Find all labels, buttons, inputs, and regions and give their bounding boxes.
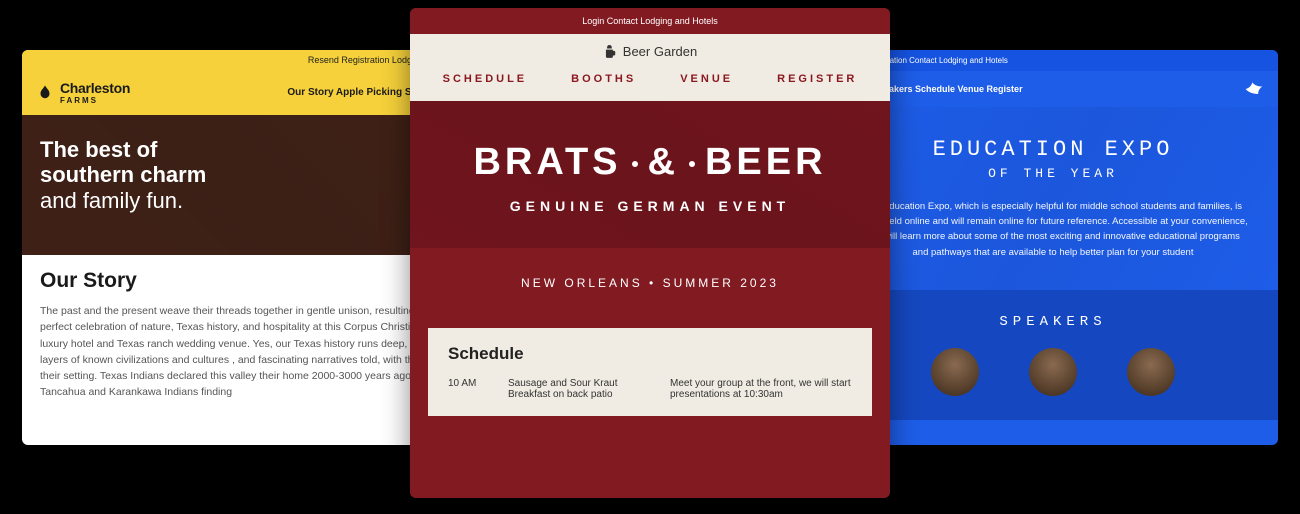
beer-mug-icon — [603, 45, 617, 59]
hero: BRATS&BEER GENUINE GERMAN EVENT — [410, 101, 890, 248]
nav-schedule[interactable]: SCHEDULE — [443, 73, 528, 85]
topbar: Resend Registration Lodging and Hot — [22, 50, 472, 70]
schedule-time: 10 AM — [448, 378, 486, 400]
avatar[interactable] — [1127, 348, 1175, 396]
hero-title-light: and family fun. — [40, 188, 454, 213]
body-text: The past and the present weave their thr… — [40, 303, 454, 401]
avatar-row — [848, 348, 1258, 396]
logo[interactable]: Charleston FARMS — [36, 80, 130, 105]
speakers-section: SPEAKERS — [828, 290, 1278, 420]
schedule-title: Schedule — [448, 344, 852, 364]
hero-subtitle: GENUINE GERMAN EVENT — [430, 198, 870, 214]
dot-icon — [632, 161, 638, 167]
dot-icon — [689, 161, 695, 167]
logo-main: Charleston — [60, 80, 130, 96]
body: Our Story The past and the present weave… — [22, 255, 472, 415]
avatar[interactable] — [931, 348, 979, 396]
template-card-charleston[interactable]: Resend Registration Lodging and Hot Char… — [22, 50, 472, 445]
leaf-icon — [36, 84, 54, 102]
hero-title-bold: The best of southern charm — [40, 137, 454, 188]
schedule-section: Schedule 10 AM Sausage and Sour Kraut Br… — [428, 328, 872, 416]
subheader: NEW ORLEANS • SUMMER 2023 — [410, 248, 890, 318]
nav: SCHEDULE BOOTHS VENUE REGISTER — [410, 73, 890, 85]
section-title: Our Story — [40, 269, 454, 293]
schedule-detail: Meet your group at the front, we will st… — [670, 378, 852, 400]
hero-word-2: & — [648, 141, 679, 183]
template-card-beer-garden[interactable]: Login Contact Lodging and Hotels Beer Ga… — [410, 8, 890, 498]
header: Beer Garden SCHEDULE BOOTHS VENUE REGIST… — [410, 34, 890, 101]
avatar[interactable] — [1029, 348, 1077, 396]
speakers-title: SPEAKERS — [848, 314, 1258, 330]
hero: The best of southern charm and family fu… — [22, 115, 472, 255]
header: Charleston FARMS Our Story Apple Picking… — [22, 70, 472, 115]
schedule-row: 10 AM Sausage and Sour Kraut Breakfast o… — [448, 378, 852, 400]
nav-register[interactable]: REGISTER — [777, 73, 857, 85]
logo[interactable]: Beer Garden — [410, 44, 890, 59]
logo-sub: FARMS — [60, 96, 130, 105]
bird-icon — [1244, 79, 1264, 99]
nav: out Us Speakers Schedule Venue Register — [828, 71, 1278, 107]
nav-booths[interactable]: BOOTHS — [571, 73, 636, 85]
hero-title: BRATS&BEER — [430, 141, 870, 184]
hero-word-1: BRATS — [473, 141, 621, 183]
hero-word-3: BEER — [705, 141, 827, 183]
template-card-education-expo[interactable]: esder Registration Contact Lodging and H… — [828, 50, 1278, 445]
hero-title: EDUCATION EXPO — [858, 137, 1248, 162]
logo-text: Beer Garden — [623, 44, 697, 59]
nav-venue[interactable]: VENUE — [680, 73, 733, 85]
topbar[interactable]: Login Contact Lodging and Hotels — [410, 8, 890, 34]
hero-subtitle: OF THE YEAR — [858, 166, 1248, 181]
schedule-event: Sausage and Sour Kraut Breakfast on back… — [508, 378, 648, 400]
topbar: esder Registration Contact Lodging and H… — [828, 50, 1278, 71]
hero: EDUCATION EXPO OF THE YEAR The Education… — [828, 107, 1278, 290]
hero-text: The Education Expo, which is especially … — [858, 199, 1248, 260]
